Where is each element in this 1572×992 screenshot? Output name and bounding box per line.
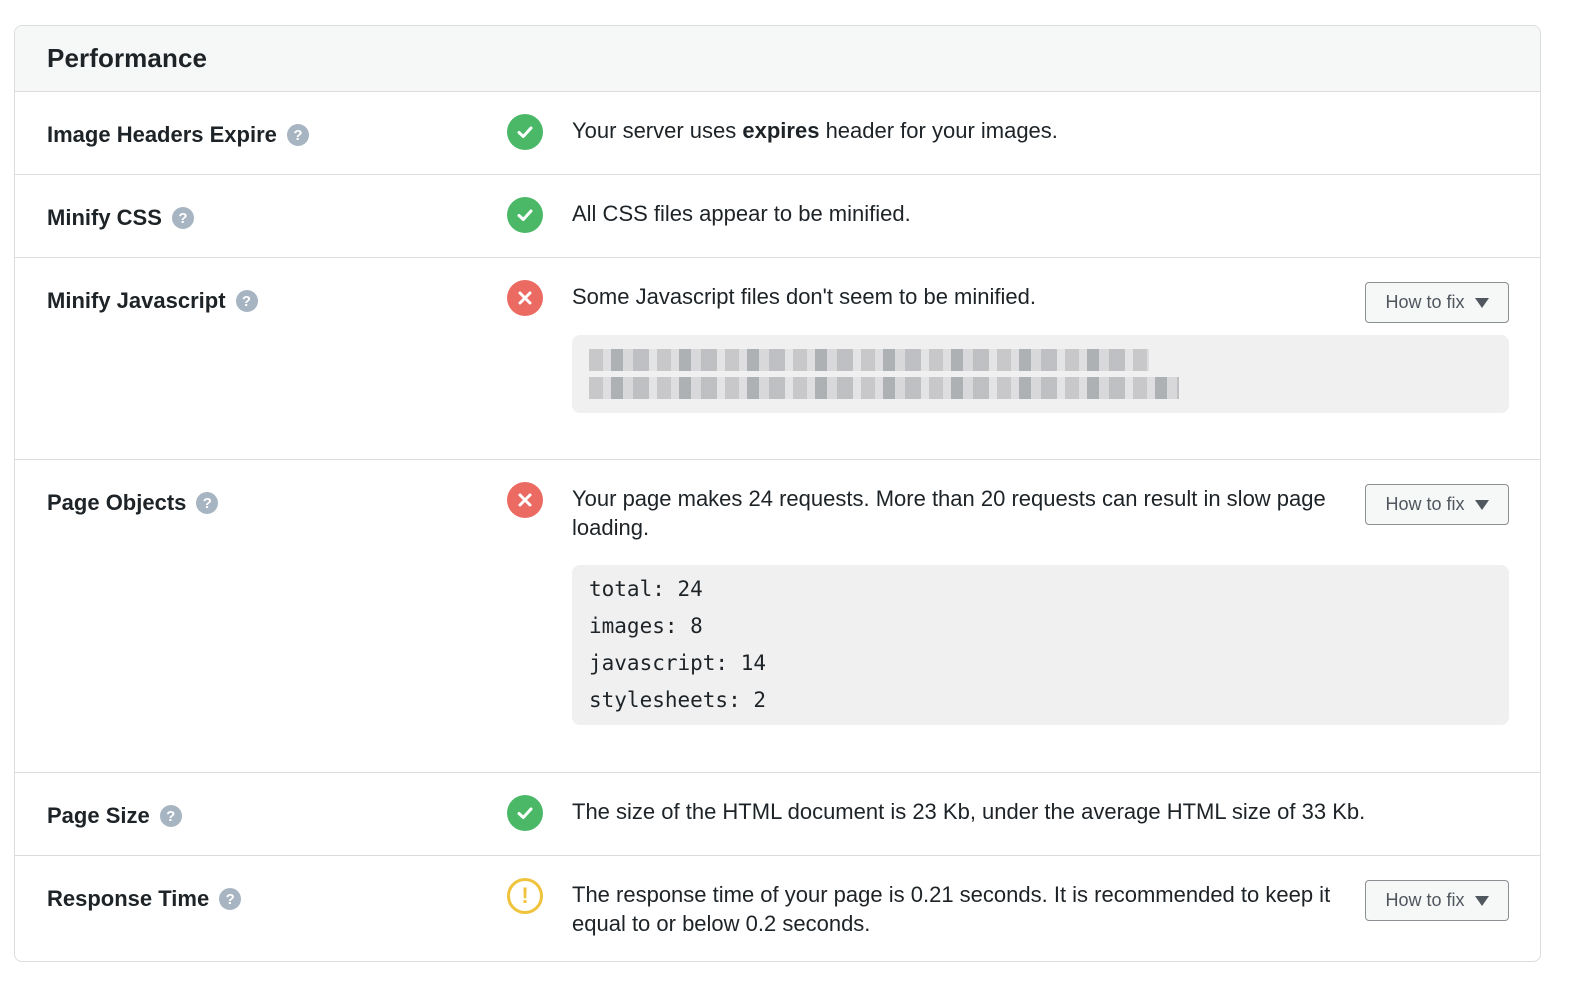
panel-header: Performance (15, 26, 1540, 92)
details-line: javascript: 14 (589, 651, 767, 675)
check-row-image-headers-expire: Image Headers Expire ? Your server uses … (15, 92, 1540, 175)
message-text: header for your images. (819, 118, 1058, 143)
check-label: Image Headers Expire ? (47, 122, 309, 148)
check-pass-icon (507, 197, 543, 233)
check-label-text: Page Size (47, 803, 150, 828)
help-icon[interactable]: ? (219, 888, 242, 910)
message-emphasis: expires (742, 118, 820, 143)
check-pass-icon (507, 114, 543, 150)
details-line: stylesheets: 2 (589, 688, 767, 712)
check-message: The size of the HTML document is 23 Kb, … (572, 799, 1366, 824)
check-label: Page Size ? (47, 803, 182, 829)
check-label: Response Time ? (47, 886, 242, 912)
check-label: Minify Javascript ? (47, 288, 258, 314)
check-label-text: Minify CSS (47, 205, 162, 230)
check-row-response-time: Response Time ? ! The response time of y… (15, 856, 1540, 961)
details-box-requests: total: 24 images: 8 javascript: 14 style… (572, 565, 1509, 725)
check-fail-icon (507, 482, 543, 518)
check-label: Page Objects ? (47, 490, 219, 516)
check-label: Minify CSS ? (47, 205, 194, 231)
caret-down-icon (1474, 499, 1489, 510)
check-label-text: Page Objects (47, 490, 187, 515)
check-message: Your server uses expires header for your… (572, 116, 1372, 145)
check-row-minify-javascript: Minify Javascript ? Some Javascript file… (15, 258, 1540, 460)
check-warning-icon: ! (507, 878, 543, 914)
how-to-fix-label: How to fix (1385, 494, 1465, 514)
details-line: total: 24 (589, 577, 703, 601)
caret-down-icon (1474, 895, 1489, 906)
how-to-fix-button[interactable]: How to fix (1365, 484, 1509, 525)
check-message: Some Javascript files don't seem to be m… (572, 284, 1036, 309)
help-icon[interactable]: ? (286, 124, 309, 146)
help-icon[interactable]: ? (235, 290, 258, 312)
check-pass-icon (507, 795, 543, 831)
help-icon[interactable]: ? (159, 805, 182, 827)
details-box-redacted (572, 335, 1509, 413)
check-message: The response time of your page is 0.21 s… (572, 882, 1331, 936)
redacted-text (589, 377, 1179, 399)
performance-panel: Performance Image Headers Expire ? Your … (14, 25, 1541, 962)
redacted-text (589, 349, 1149, 371)
check-row-minify-css: Minify CSS ? All CSS files appear to be … (15, 175, 1540, 258)
how-to-fix-button[interactable]: How to fix (1365, 282, 1509, 323)
check-row-page-objects: Page Objects ? Your page makes 24 reques… (15, 460, 1540, 773)
panel-title: Performance (47, 43, 208, 73)
how-to-fix-label: How to fix (1385, 292, 1465, 312)
check-fail-icon (507, 280, 543, 316)
check-label-text: Image Headers Expire (47, 122, 277, 147)
help-icon[interactable]: ? (171, 207, 194, 229)
check-row-page-size: Page Size ? The size of the HTML documen… (15, 773, 1540, 856)
help-icon[interactable]: ? (196, 492, 219, 514)
how-to-fix-button[interactable]: How to fix (1365, 880, 1509, 921)
check-message: All CSS files appear to be minified. (572, 201, 911, 226)
how-to-fix-label: How to fix (1385, 890, 1465, 910)
check-label-text: Minify Javascript (47, 288, 226, 313)
check-label-text: Response Time (47, 886, 210, 911)
message-text: Your server uses (572, 118, 743, 143)
details-line: images: 8 (589, 614, 703, 638)
check-message: Your page makes 24 requests. More than 2… (572, 486, 1326, 540)
caret-down-icon (1474, 297, 1489, 308)
